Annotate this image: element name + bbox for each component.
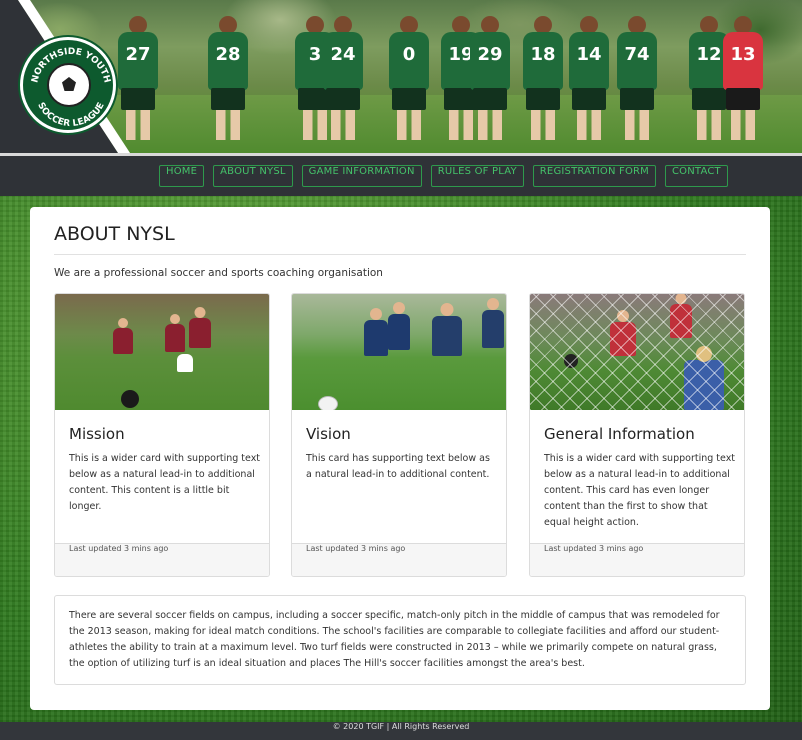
card-image-kids-blue-team (292, 294, 506, 410)
card-image-goal-net (530, 294, 744, 410)
page-title: ABOUT NYSL (54, 223, 175, 245)
card-text: This card has supporting text below as a… (306, 453, 490, 480)
site-footer: © 2020 TGIF | All Rights Reserved (0, 722, 802, 740)
nav-registration-form[interactable]: REGISTRATION FORM (532, 165, 656, 187)
header-slant-shape (0, 0, 802, 156)
intro-text: We are a professional soccer and sports … (54, 267, 383, 279)
nav-game-information[interactable]: GAME INFORMATION (301, 165, 422, 187)
nav-about-nysl[interactable]: ABOUT NYSL (213, 165, 293, 187)
card-general-information: General Information This is a wider card… (529, 293, 745, 577)
site-header: 27 28 3 24 0 19 29 18 14 74 12 13 NORTHS… (0, 0, 802, 196)
main-navigation: HOME ABOUT NYSL GAME INFORMATION RULES O… (159, 165, 728, 187)
soccer-ball-icon (47, 63, 91, 107)
nav-rules-of-play[interactable]: RULES OF PLAY (430, 165, 524, 187)
card-mission: Mission This is a wider card with suppor… (54, 293, 270, 577)
card-footer: Last updated 3 mins ago (55, 543, 269, 576)
title-divider (54, 254, 746, 255)
card-vision: Vision This card has supporting text bel… (291, 293, 507, 577)
card-title: Vision (306, 425, 351, 443)
nav-contact[interactable]: CONTACT (665, 165, 728, 187)
card-footer: Last updated 3 mins ago (292, 543, 506, 576)
card-image-kids-soccer (55, 294, 269, 410)
card-title: General Information (544, 425, 695, 443)
main-content-panel: ABOUT NYSL We are a professional soccer … (30, 207, 770, 710)
card-footer: Last updated 3 mins ago (530, 543, 744, 576)
card-title: Mission (69, 425, 125, 443)
card-text: This is a wider card with supporting tex… (544, 453, 736, 528)
nav-home[interactable]: HOME (159, 165, 205, 187)
card-text: This is a wider card with supporting tex… (69, 453, 261, 512)
facilities-paragraph: There are several soccer fields on campu… (54, 595, 746, 685)
nysl-logo[interactable]: NORTHSIDE YOUTH SOCCER LEAGUE (20, 37, 116, 133)
